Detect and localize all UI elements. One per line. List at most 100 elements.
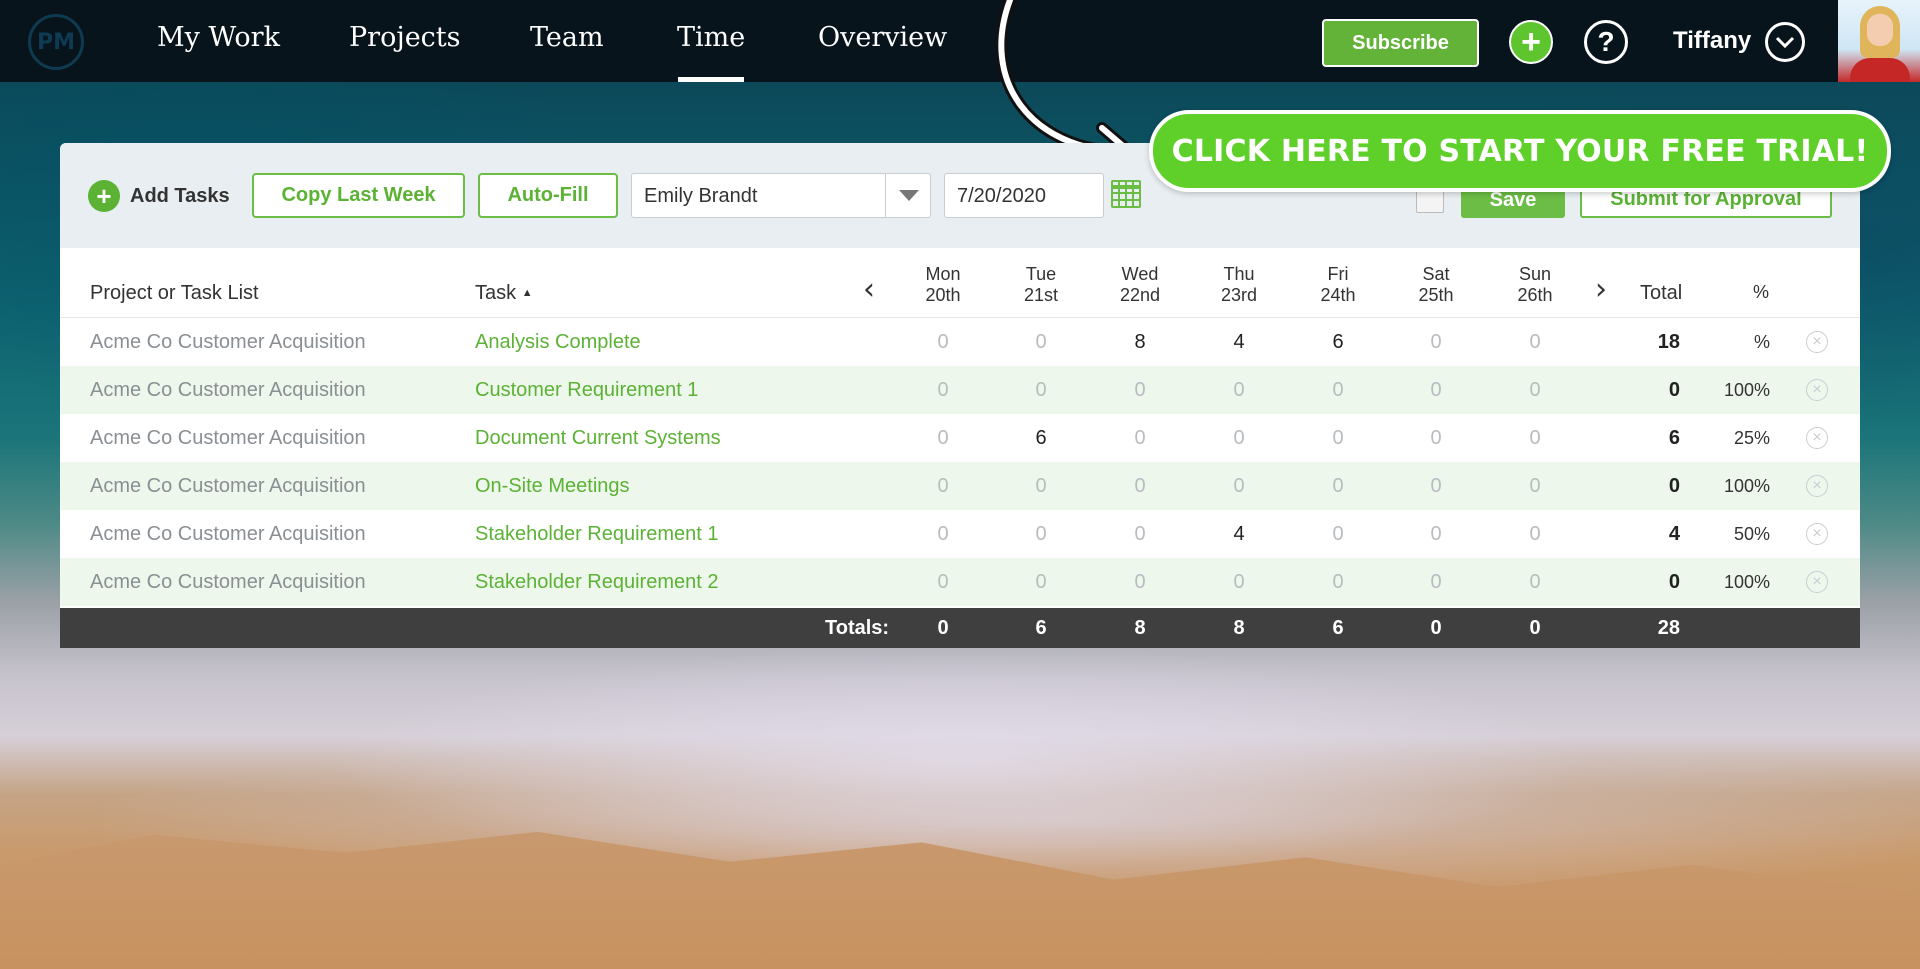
task-link[interactable]: Customer Requirement 1 xyxy=(475,379,698,402)
nav-projects[interactable]: Projects xyxy=(349,22,461,53)
percent-complete[interactable]: 50% xyxy=(1710,524,1770,545)
project-name[interactable]: Acme Co Customer Acquisition xyxy=(90,475,366,498)
hours-input[interactable]: 0 xyxy=(908,523,978,546)
project-name[interactable]: Acme Co Customer Acquisition xyxy=(90,379,366,402)
percent-complete[interactable]: 100% xyxy=(1710,476,1770,497)
percent-complete[interactable]: 100% xyxy=(1710,380,1770,401)
add-icon[interactable]: + xyxy=(1509,20,1553,64)
nav-team[interactable]: Team xyxy=(530,22,604,53)
remove-row-icon[interactable]: × xyxy=(1806,475,1828,497)
user-name[interactable]: Tiffany xyxy=(1673,27,1751,55)
percent-complete[interactable]: 100% xyxy=(1710,572,1770,593)
hours-input[interactable]: 0 xyxy=(1204,427,1274,450)
hours-input[interactable]: 0 xyxy=(1105,427,1175,450)
column-day: Tue 21st xyxy=(1006,264,1076,306)
copy-last-week-button[interactable]: Copy Last Week xyxy=(252,173,465,218)
hours-input[interactable]: 0 xyxy=(1401,427,1471,450)
remove-row-icon[interactable]: × xyxy=(1806,331,1828,353)
remove-row-icon[interactable]: × xyxy=(1806,379,1828,401)
remove-row-icon[interactable]: × xyxy=(1806,523,1828,545)
task-link[interactable]: On-Site Meetings xyxy=(475,475,630,498)
week-date-input[interactable]: 7/20/2020 xyxy=(944,173,1104,218)
day-name: Thu xyxy=(1223,264,1255,284)
hours-input[interactable]: 6 xyxy=(1303,331,1373,354)
percent-complete[interactable]: % xyxy=(1710,332,1770,353)
calendar-icon[interactable] xyxy=(1111,180,1141,208)
hours-input[interactable]: 0 xyxy=(1401,379,1471,402)
hours-input[interactable]: 0 xyxy=(908,571,978,594)
hours-input[interactable]: 0 xyxy=(1204,475,1274,498)
hours-input[interactable]: 0 xyxy=(1006,523,1076,546)
hours-input[interactable]: 6 xyxy=(1006,427,1076,450)
prev-week-arrow-icon[interactable]: ‹ xyxy=(863,272,875,307)
hours-input[interactable]: 0 xyxy=(1401,571,1471,594)
hours-input[interactable]: 0 xyxy=(1006,475,1076,498)
table-header: Project or Task List Task ▲ ‹ Mon 20th Tue… xyxy=(60,248,1860,318)
hours-input[interactable]: 0 xyxy=(908,379,978,402)
task-link[interactable]: Document Current Systems xyxy=(475,427,721,450)
hours-input[interactable]: 0 xyxy=(1006,571,1076,594)
add-tasks-button[interactable]: + Add Tasks xyxy=(88,180,230,212)
add-tasks-label: Add Tasks xyxy=(130,184,230,207)
chevron-down-icon[interactable] xyxy=(1765,22,1805,62)
hours-input[interactable]: 0 xyxy=(1500,475,1570,498)
day-total: 0 xyxy=(937,617,949,639)
hours-input[interactable]: 0 xyxy=(1105,571,1175,594)
nav-active-indicator xyxy=(678,77,744,82)
project-name[interactable]: Acme Co Customer Acquisition xyxy=(90,331,366,354)
hours-input[interactable]: 0 xyxy=(1006,379,1076,402)
dropdown-toggle[interactable] xyxy=(885,174,930,217)
project-name[interactable]: Acme Co Customer Acquisition xyxy=(90,571,366,594)
hours-input[interactable]: 0 xyxy=(1500,427,1570,450)
hours-input[interactable]: 8 xyxy=(1105,331,1175,354)
column-project[interactable]: Project or Task List xyxy=(90,282,259,305)
table-row: Acme Co Customer Acquisition Document Cur… xyxy=(60,414,1860,462)
hours-input[interactable]: 0 xyxy=(1500,523,1570,546)
hours-input[interactable]: 0 xyxy=(1303,475,1373,498)
avatar[interactable] xyxy=(1838,0,1920,82)
hours-input[interactable]: 4 xyxy=(1204,523,1274,546)
hours-input[interactable]: 0 xyxy=(908,475,978,498)
nav-time[interactable]: Time xyxy=(677,22,745,53)
project-name[interactable]: Acme Co Customer Acquisition xyxy=(90,523,366,546)
next-week-arrow-icon[interactable]: › xyxy=(1595,272,1607,307)
remove-row-icon[interactable]: × xyxy=(1806,427,1828,449)
task-link[interactable]: Stakeholder Requirement 1 xyxy=(475,523,718,546)
hours-input[interactable]: 0 xyxy=(1105,523,1175,546)
task-link[interactable]: Analysis Complete xyxy=(475,331,641,354)
hours-input[interactable]: 0 xyxy=(1401,523,1471,546)
hours-input[interactable]: 0 xyxy=(1500,571,1570,594)
hours-input[interactable]: 0 xyxy=(1303,523,1373,546)
hours-input[interactable]: 0 xyxy=(1105,379,1175,402)
project-name[interactable]: Acme Co Customer Acquisition xyxy=(90,427,366,450)
person-select[interactable]: Emily Brandt xyxy=(631,173,931,218)
hours-input[interactable]: 0 xyxy=(908,331,978,354)
hours-input[interactable]: 0 xyxy=(1500,331,1570,354)
hours-input[interactable]: 0 xyxy=(1105,475,1175,498)
hours-input[interactable]: 0 xyxy=(1204,379,1274,402)
day-date: 24th xyxy=(1320,285,1356,305)
nav-overview[interactable]: Overview xyxy=(818,22,947,53)
hours-input[interactable]: 0 xyxy=(1204,571,1274,594)
hours-input[interactable]: 0 xyxy=(1500,379,1570,402)
hours-input[interactable]: 0 xyxy=(1401,475,1471,498)
percent-complete[interactable]: 25% xyxy=(1710,428,1770,449)
hours-input[interactable]: 0 xyxy=(1303,571,1373,594)
hours-input[interactable]: 0 xyxy=(908,427,978,450)
remove-row-icon[interactable]: × xyxy=(1806,571,1828,593)
subscribe-button[interactable]: Subscribe xyxy=(1322,19,1479,67)
hours-input[interactable]: 0 xyxy=(1401,331,1471,354)
nav-my-work[interactable]: My Work xyxy=(157,22,280,53)
row-total: 18 xyxy=(1657,331,1680,353)
free-trial-cta-button[interactable]: CLICK HERE TO START YOUR FREE TRIAL! xyxy=(1149,110,1891,192)
hours-input[interactable]: 0 xyxy=(1303,427,1373,450)
auto-fill-button[interactable]: Auto-Fill xyxy=(478,173,618,218)
column-task[interactable]: Task ▲ xyxy=(475,282,533,305)
help-icon[interactable]: ? xyxy=(1584,20,1628,64)
column-percent: % xyxy=(1753,282,1770,302)
task-link[interactable]: Stakeholder Requirement 2 xyxy=(475,571,718,594)
hours-input[interactable]: 0 xyxy=(1006,331,1076,354)
hours-input[interactable]: 0 xyxy=(1303,379,1373,402)
hours-input[interactable]: 4 xyxy=(1204,331,1274,354)
logo[interactable]: PM xyxy=(28,14,84,70)
